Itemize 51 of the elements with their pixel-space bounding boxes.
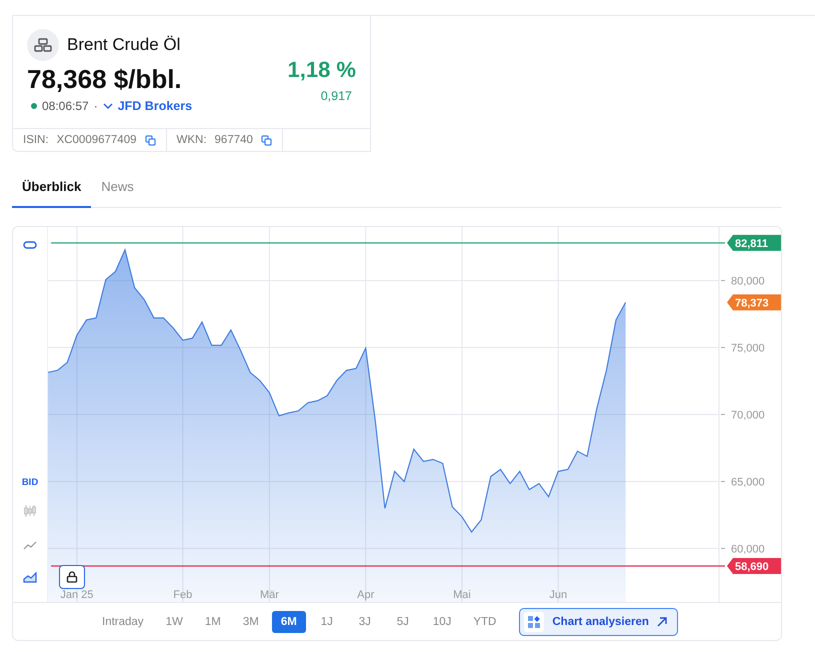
price-badge: 78,373	[727, 294, 781, 310]
identifier-value: 967740	[214, 134, 253, 146]
range-button[interactable]: Intraday	[93, 611, 153, 633]
price-badge: 58,690	[727, 558, 781, 574]
range-button[interactable]: 6M	[272, 611, 306, 633]
range-button[interactable]: YTD	[464, 611, 506, 633]
y-axis-label: 60,000	[731, 543, 765, 556]
price-badge: 82,811	[727, 234, 781, 251]
arrow-up-right-icon	[656, 617, 667, 627]
analyze-chart-button[interactable]: Chart analysieren	[519, 608, 678, 636]
lock-button[interactable]	[59, 565, 85, 589]
shapes-icon	[528, 616, 540, 628]
change-absolute: 0,917	[320, 89, 353, 103]
x-axis-label: Jan 25	[60, 589, 94, 601]
x-axis-label: Apr	[357, 589, 374, 601]
y-axis-label: 65,000	[731, 476, 765, 488]
range-button[interactable]: 1W	[156, 611, 192, 633]
change-percent: 1,18 %	[288, 57, 356, 83]
timestamp: 08:06:57	[42, 99, 89, 113]
y-axis-label: 80,000	[731, 276, 765, 288]
y-axis-label: 70,000	[731, 410, 765, 422]
range-button[interactable]: 5J	[386, 611, 420, 633]
copy-icon[interactable]	[260, 134, 272, 146]
identifier-label: ISIN:	[23, 134, 49, 146]
identifier-label: WKN:	[176, 134, 207, 146]
range-button[interactable]: 1J	[310, 611, 344, 633]
price: 78,368 $/bbl.	[27, 64, 183, 95]
ref-line-label: 58,690	[735, 560, 769, 573]
x-axis-label: Mär	[260, 589, 279, 601]
identifier-value: XC0009677409	[56, 134, 136, 146]
tab[interactable]: Überblick	[12, 172, 92, 208]
instrument-name: Brent Crude Öl	[67, 35, 180, 55]
x-axis-label: Feb	[173, 589, 192, 601]
range-button[interactable]: 3M	[234, 611, 268, 633]
range-button[interactable]: 1M	[196, 611, 230, 633]
range-button[interactable]: 10J	[424, 611, 460, 633]
rectangle-icon[interactable]	[21, 239, 39, 251]
copy-icon[interactable]	[144, 134, 156, 146]
ref-line-label: 82,811	[735, 238, 768, 250]
source-link[interactable]: JFD Brokers	[118, 99, 192, 113]
bars-icon	[27, 29, 59, 61]
x-axis-label: Mai	[453, 589, 471, 601]
range-button[interactable]: 3J	[348, 611, 382, 633]
bid-toggle[interactable]: BID	[22, 477, 38, 488]
separator: ·	[94, 99, 98, 113]
lock-icon	[66, 571, 78, 583]
y-axis-label: 75,000	[731, 342, 765, 355]
chevron-down-icon[interactable]	[102, 102, 113, 110]
x-axis-label: Jun	[549, 589, 568, 601]
tab[interactable]: News	[91, 172, 144, 208]
area-chart-icon[interactable]	[21, 570, 39, 585]
